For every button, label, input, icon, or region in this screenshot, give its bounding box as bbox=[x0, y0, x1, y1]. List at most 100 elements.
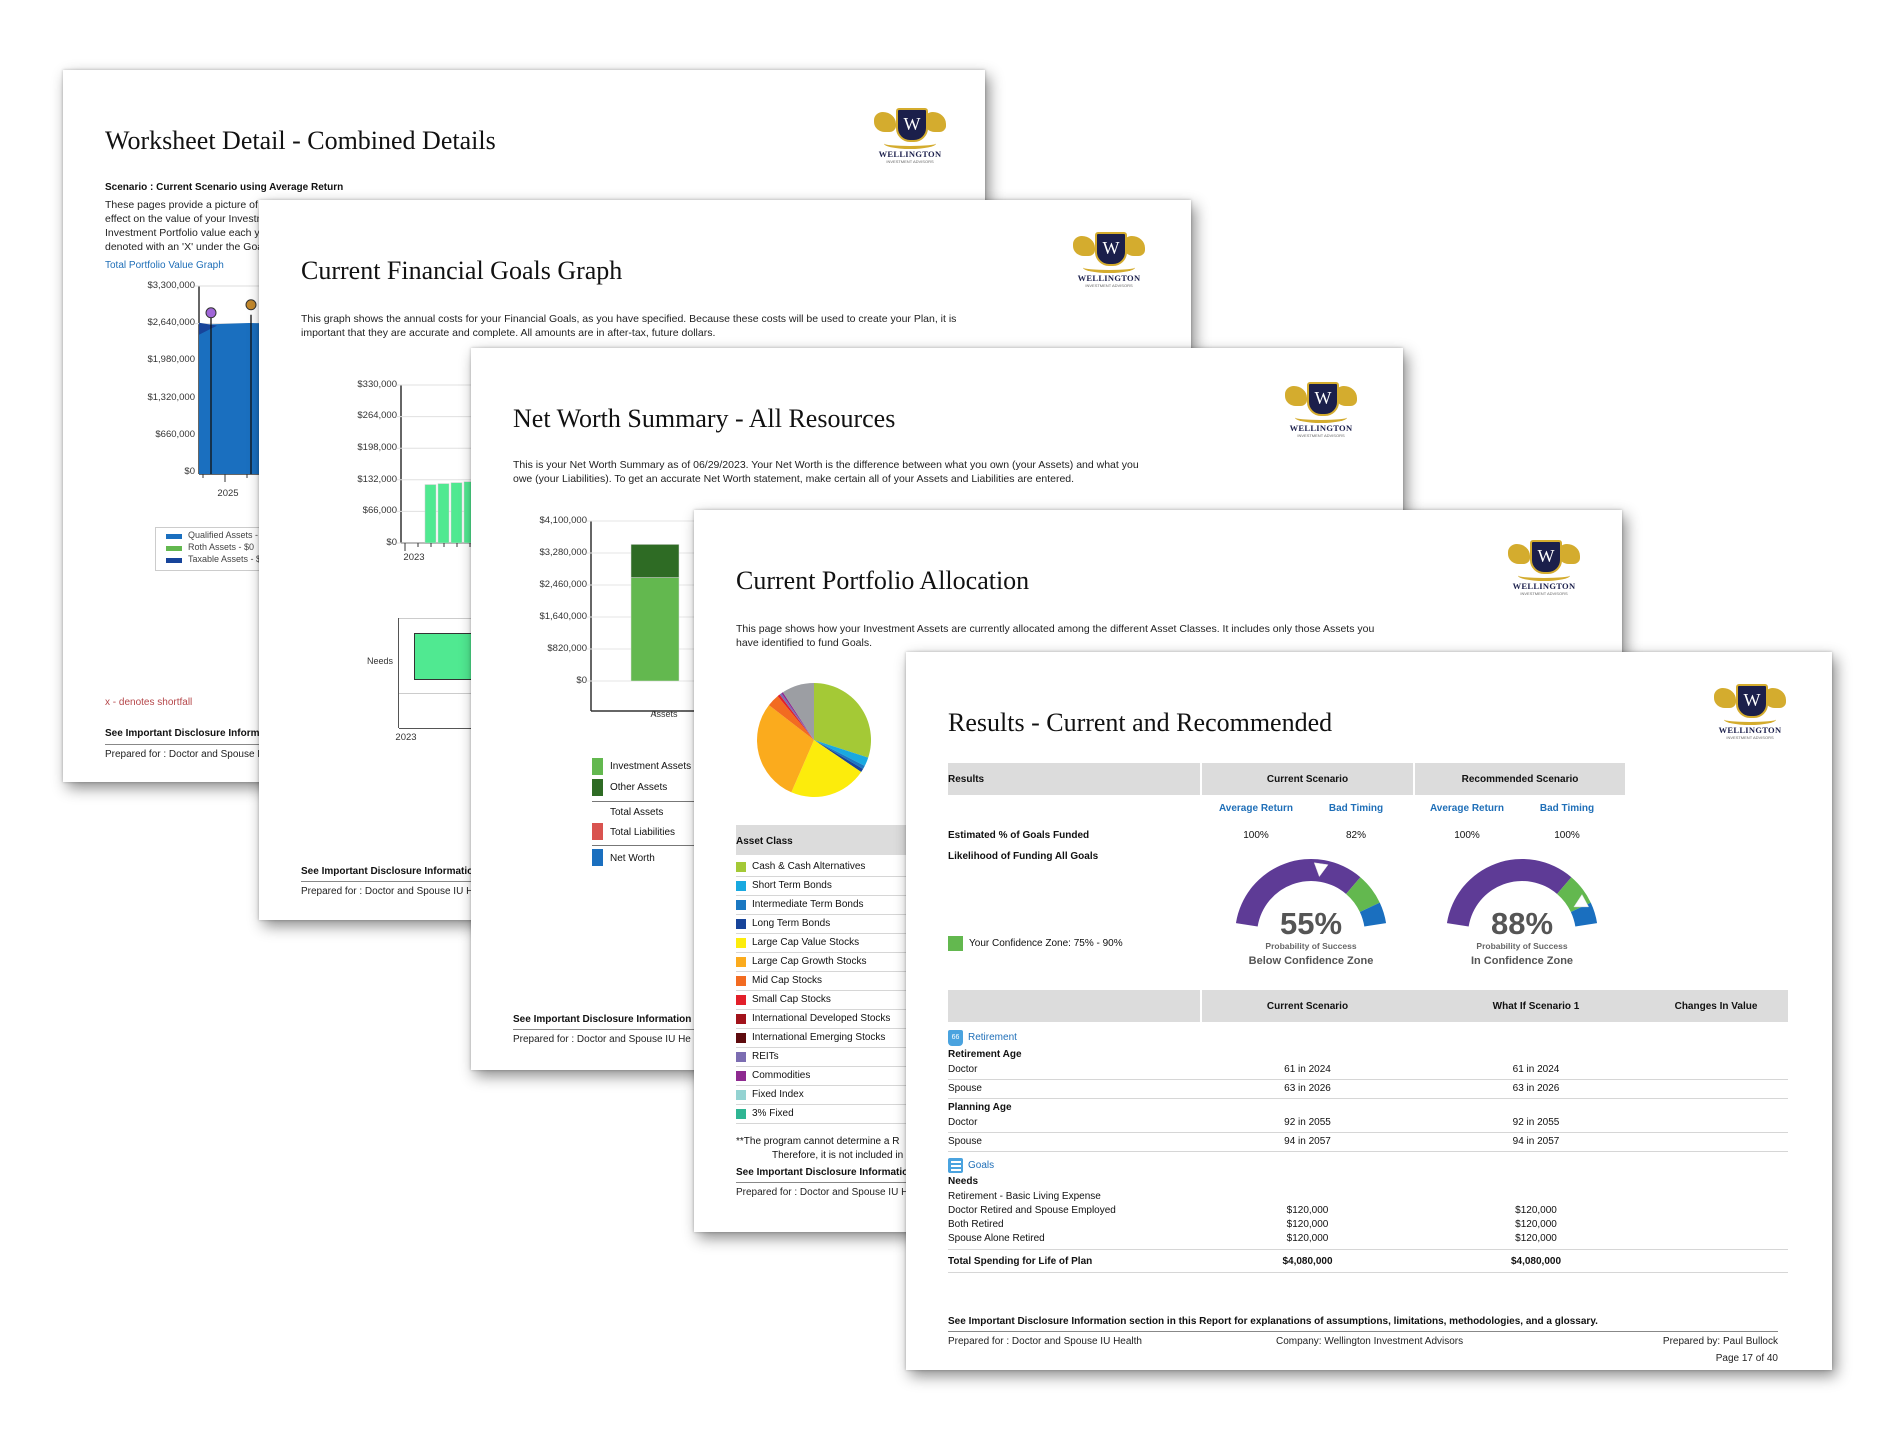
y-tick-label: $3,280,000 bbox=[539, 547, 587, 558]
page-title: Results - Current and Recommended bbox=[948, 708, 1333, 737]
intro-line: denoted with an 'X' under the Goa bbox=[105, 241, 264, 253]
current-value: $120,000 bbox=[1286, 1219, 1329, 1230]
x-tick-label: 2025 bbox=[217, 488, 239, 499]
legend-label: Total Liabilities bbox=[610, 827, 676, 838]
y-tick-label: $0 bbox=[386, 537, 397, 548]
whatif-value: $120,000 bbox=[1515, 1219, 1557, 1230]
page-title: Net Worth Summary - All Resources bbox=[513, 404, 896, 433]
goals-funded-label: Estimated % of Goals Funded bbox=[948, 830, 1090, 841]
asset-class-swatch bbox=[736, 1052, 746, 1062]
intro-text: This graph shows the annual costs for yo… bbox=[301, 312, 1161, 340]
logo-subtitle: INVESTMENT ADVISORS bbox=[1520, 591, 1568, 596]
logo-subtitle: INVESTMENT ADVISORS bbox=[1297, 433, 1345, 438]
results-header: Results bbox=[948, 774, 985, 785]
portfolio-graph-link[interactable]: Total Portfolio Value Graph bbox=[105, 260, 224, 271]
laurel-icon bbox=[1518, 570, 1570, 581]
prepared-for: Prepared for : Doctor and Spouse IU He bbox=[513, 1034, 691, 1045]
row-divider bbox=[948, 1079, 1788, 1080]
disclosure-note: See Important Disclosure Information se bbox=[513, 1014, 706, 1025]
lion-icon bbox=[1285, 386, 1307, 406]
goal-bar bbox=[450, 482, 463, 544]
footer-divider bbox=[948, 1331, 1778, 1332]
average-return-link[interactable]: Average Return bbox=[1211, 803, 1301, 814]
prepared-by: Prepared by: Paul Bullock bbox=[1662, 1336, 1778, 1347]
asset-class-label: Cash & Cash Alternatives bbox=[752, 861, 866, 872]
goal-marker bbox=[245, 299, 257, 311]
funding-likelihood-label: Likelihood of Funding All Goals bbox=[948, 851, 1099, 862]
recommended-probability-label: Probability of Success bbox=[1476, 941, 1568, 951]
row-divider bbox=[948, 1151, 1788, 1152]
compare-current-header: Current Scenario bbox=[1266, 1001, 1349, 1012]
current-bad-pct: 82% bbox=[1345, 830, 1366, 841]
compare-changes-header: Changes In Value bbox=[1674, 1001, 1758, 1012]
recommended-probability: 88% bbox=[1490, 906, 1554, 941]
legend-label: Investment Assets bbox=[610, 761, 692, 772]
results-header-bar bbox=[948, 763, 1200, 795]
whatif-value: $120,000 bbox=[1515, 1233, 1557, 1244]
wellington-logo: W WELLINGTON INVESTMENT ADVISORS bbox=[870, 108, 950, 168]
asset-class-label: Mid Cap Stocks bbox=[752, 975, 823, 986]
asset-class-swatch bbox=[736, 976, 746, 986]
y-tick-label: $1,980,000 bbox=[147, 354, 195, 365]
stacked-bar-other-assets bbox=[630, 544, 680, 578]
logo-subtitle: INVESTMENT ADVISORS bbox=[1726, 735, 1774, 740]
asset-class-swatch bbox=[736, 995, 746, 1005]
legend-swatch bbox=[166, 534, 182, 539]
asset-class-label: Intermediate Term Bonds bbox=[752, 899, 864, 910]
prepared-for: Prepared for : Doctor and Spouse IU H bbox=[736, 1187, 909, 1198]
y-tick-label: $264,000 bbox=[357, 410, 397, 421]
total-spending-label: Total Spending for Life of Plan bbox=[948, 1256, 1093, 1267]
wellington-logo: W WELLINGTON INVESTMENT ADVISORS bbox=[1281, 382, 1361, 442]
report-page-results[interactable]: Results - Current and Recommended W WELL… bbox=[906, 652, 1832, 1370]
y-tick-label: $820,000 bbox=[547, 643, 587, 654]
row-label: Both Retired bbox=[948, 1219, 1004, 1230]
x-tick-label: 2023 bbox=[403, 552, 425, 563]
intro-line: This page shows how your Investment Asse… bbox=[736, 623, 1375, 635]
retirement-section-label: Retirement bbox=[968, 1032, 1017, 1043]
shield-icon: W bbox=[1095, 232, 1127, 266]
recommended-avg-pct: 100% bbox=[1454, 830, 1480, 841]
y-tick-label: $330,000 bbox=[357, 379, 397, 390]
row-label: Doctor bbox=[948, 1117, 978, 1128]
laurel-icon bbox=[1295, 412, 1347, 423]
shield-icon: W bbox=[896, 108, 928, 142]
average-return-link[interactable]: Average Return bbox=[1422, 803, 1512, 814]
intro-line: This is your Net Worth Summary as of 06/… bbox=[513, 459, 1139, 471]
timeline-top-line bbox=[399, 618, 479, 619]
logo-name: WELLINGTON bbox=[1718, 725, 1782, 735]
row-divider bbox=[948, 1132, 1788, 1133]
page-title: Current Portfolio Allocation bbox=[736, 566, 1030, 595]
asset-class-swatch bbox=[736, 1109, 746, 1119]
legend-label: Qualified Assets - bbox=[188, 530, 259, 540]
y-tick-label: $1,640,000 bbox=[539, 611, 587, 622]
current-probability: 55% bbox=[1279, 906, 1343, 941]
asset-class-header: Asset Class bbox=[736, 836, 793, 847]
disclosure-note: See Important Disclosure Information bbox=[301, 866, 480, 877]
prepared-for: Prepared for : Doctor and Spouse IU H bbox=[301, 886, 474, 897]
y-tick-label: $0 bbox=[576, 675, 587, 686]
intro-line: This graph shows the annual costs for yo… bbox=[301, 313, 957, 325]
laurel-icon bbox=[1724, 714, 1776, 725]
shortfall-note: x - denotes shortfall bbox=[105, 697, 193, 708]
current-value: $120,000 bbox=[1286, 1233, 1329, 1244]
prepared-for: Prepared for : Doctor and Spouse I bbox=[105, 749, 261, 760]
laurel-icon bbox=[884, 138, 936, 149]
confidence-zone-swatch bbox=[948, 936, 963, 951]
asset-class-label: Short Term Bonds bbox=[752, 880, 832, 891]
asset-class-label: Small Cap Stocks bbox=[752, 994, 831, 1005]
legend-swatch bbox=[166, 558, 182, 563]
legend-swatch bbox=[166, 546, 182, 551]
lion-icon bbox=[1508, 544, 1530, 564]
needs-label: Needs bbox=[948, 1176, 979, 1187]
asset-class-swatch bbox=[736, 900, 746, 910]
stacked-bar-investment-assets bbox=[630, 577, 680, 682]
lion-icon bbox=[874, 112, 896, 132]
logo-subtitle: INVESTMENT ADVISORS bbox=[1085, 283, 1133, 288]
timeline-mid-line bbox=[399, 693, 479, 694]
whatif-value: 61 in 2024 bbox=[1512, 1064, 1560, 1075]
bad-timing-link[interactable]: Bad Timing bbox=[1522, 803, 1612, 814]
total-spending-whatif: $4,080,000 bbox=[1510, 1256, 1562, 1267]
lion-icon bbox=[1073, 236, 1095, 256]
bad-timing-link[interactable]: Bad Timing bbox=[1311, 803, 1401, 814]
whatif-value: 92 in 2055 bbox=[1512, 1117, 1560, 1128]
